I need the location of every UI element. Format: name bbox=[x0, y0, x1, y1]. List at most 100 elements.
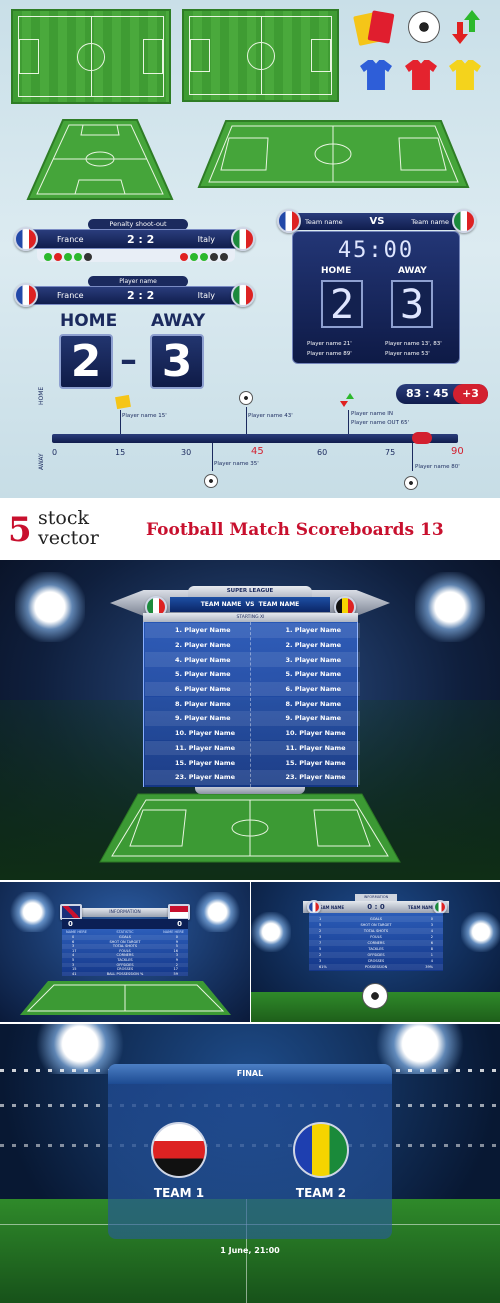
event-home-2: Player name 43' bbox=[248, 413, 293, 419]
lineup-row: 6. Player Name 6. Player Name bbox=[145, 681, 360, 697]
yellow-shirt-icon bbox=[449, 60, 481, 90]
lineup-left-player: 8. Player Name bbox=[175, 699, 231, 708]
card-scorebar: France 2 : 2 Italy bbox=[20, 286, 252, 305]
lineup-row: 15. Player Name 15. Player Name bbox=[145, 755, 360, 770]
pitch-flat-2 bbox=[182, 9, 339, 102]
floodlight-left bbox=[15, 572, 85, 642]
lineup-row: 4. Player Name 3. Player Name bbox=[145, 652, 360, 667]
card-score: 2 : 2 bbox=[126, 289, 155, 302]
event-home-3: Player name IN bbox=[351, 411, 393, 417]
stats2-header: INFORMATION bbox=[355, 894, 397, 901]
lineup-left-player: 6. Player Name bbox=[175, 685, 231, 694]
pitch-perspective-2 bbox=[197, 120, 470, 188]
final-panel: FINAL TEAM 1 TEAM 2 1 June, 21:00 bbox=[0, 1024, 500, 1303]
france-flag-icon bbox=[14, 227, 38, 251]
stats-header: INFORMATION bbox=[80, 908, 170, 917]
match-date: 1 June, 21:00 bbox=[220, 1246, 280, 1255]
board-flag-right-icon bbox=[452, 209, 476, 233]
event-home-4: Player name OUT 65' bbox=[351, 420, 410, 426]
lineup-right-player: 10. Player Name bbox=[285, 729, 346, 738]
tick-0: 0 bbox=[52, 448, 58, 457]
elements-panel: Penalty shoot-out France 2 : 2 Italy Pla… bbox=[0, 0, 500, 498]
soccer-ball-icon bbox=[408, 11, 440, 43]
lineup-row: 5. Player Name 5. Player Name bbox=[145, 667, 360, 682]
tick-15: 15 bbox=[115, 448, 126, 457]
pitch-flat-1 bbox=[11, 9, 171, 104]
lineup-left-player: 1. Player Name bbox=[175, 626, 231, 635]
stats-pitch-1 bbox=[20, 981, 231, 1015]
stats2-teams: TEAM NAME 0 : 0 TEAM NAME bbox=[303, 901, 449, 913]
lineup-row: 2. Player Name 2. Player Name bbox=[145, 637, 360, 653]
board-team-left: Team name bbox=[305, 217, 343, 226]
lineup-panel: SUPER LEAGUE TEAM NAME VS TEAM NAME STAR… bbox=[0, 560, 500, 880]
lineup-teams: TEAM NAME VS TEAM NAME bbox=[170, 597, 330, 612]
lineup-row: 23. Player Name 23. Player Name bbox=[145, 770, 360, 785]
lineup-right-player: 3. Player Name bbox=[285, 655, 342, 664]
timeline-bar bbox=[52, 434, 458, 443]
stats-panel-left: INFORMATION 00 NAME HERE STATISTIC NAME HE… bbox=[0, 882, 250, 1022]
board-body: 45:00 HOME AWAY 2 3 Player name 21' Play… bbox=[292, 231, 460, 364]
lineup-row: 1. Player Name 1. Player Name bbox=[145, 623, 360, 638]
timeline-goal-icon-1 bbox=[239, 391, 253, 405]
lineup-subtitle: STARTING XI bbox=[143, 613, 358, 622]
lineup-right-player: 1. Player Name bbox=[285, 626, 342, 635]
lineup-pitch bbox=[99, 793, 401, 863]
tick-60: 60 bbox=[317, 448, 328, 457]
lineup-right-player: 9. Player Name bbox=[285, 714, 342, 723]
blue-shirt-icon bbox=[360, 60, 392, 90]
italy-flag-icon bbox=[231, 227, 255, 251]
added-time: +3 bbox=[453, 384, 488, 404]
lineup-right-player: 8. Player Name bbox=[285, 699, 342, 708]
lineup-right-player: 2. Player Name bbox=[285, 640, 342, 649]
stats-row: 61% POSSESSION 39% bbox=[309, 964, 443, 970]
penalty-team-left: France bbox=[57, 234, 84, 244]
poland-flag-icon bbox=[168, 904, 190, 920]
lineup-row: 9. Player Name 9. Player Name bbox=[145, 711, 360, 726]
stats2-flag-right-icon bbox=[433, 900, 447, 914]
away-label: AWAY bbox=[151, 311, 206, 331]
timeline-sub-icon bbox=[340, 393, 354, 409]
home-score: 2 bbox=[59, 334, 113, 389]
penalty-dots bbox=[37, 249, 235, 262]
timeline-goal-icon-3 bbox=[404, 476, 418, 490]
banner-title: Football Match Scoreboards 13 bbox=[146, 520, 444, 540]
timeline-current-marker bbox=[412, 432, 432, 444]
board-team-right: Team name bbox=[411, 217, 449, 226]
tick-45: 45 bbox=[251, 446, 264, 457]
title-banner: 5 stock vector Football Match Scoreboard… bbox=[0, 498, 500, 558]
team1-name: TEAM 1 bbox=[153, 1186, 205, 1200]
stats2-flag-left-icon bbox=[307, 900, 321, 914]
home-label: HOME bbox=[60, 311, 118, 331]
italy-flag-icon-2 bbox=[231, 283, 255, 307]
board-flag-left-icon bbox=[277, 209, 301, 233]
tick-90: 90 bbox=[451, 446, 464, 457]
penalty-score: 2 : 2 bbox=[126, 232, 155, 246]
lineup-left-player: 2. Player Name bbox=[175, 640, 231, 649]
board-away-digit: 3 bbox=[391, 280, 433, 328]
lineup-left-player: 10. Player Name bbox=[175, 729, 236, 738]
timeline-away-axis: AWAY bbox=[38, 453, 45, 470]
stats-panel-right: INFORMATION TEAM NAME 0 : 0 TEAM NAME 1 GOA… bbox=[251, 882, 500, 1022]
lineup-left-player: 4. Player Name bbox=[175, 655, 231, 664]
board-scorers-right: Player name 13', 83' Player name 53' bbox=[385, 341, 442, 357]
score-dash: – bbox=[120, 340, 137, 380]
board-home-digit: 2 bbox=[321, 280, 363, 328]
red-card-icon bbox=[367, 10, 395, 44]
france-flag-icon-2 bbox=[14, 283, 38, 307]
lineup-right-player: 15. Player Name bbox=[285, 758, 346, 767]
substitution-arrows-icon bbox=[452, 10, 480, 50]
lineup-row: 8. Player Name 8. Player Name bbox=[145, 696, 360, 711]
lineup-footer bbox=[195, 787, 305, 794]
board-timer: 45:00 bbox=[337, 238, 415, 263]
lineup-left-player: 11. Player Name bbox=[175, 743, 236, 752]
lineup-left-player: 9. Player Name bbox=[175, 714, 231, 723]
board-home-label: HOME bbox=[321, 266, 352, 276]
penalty-team-right: Italy bbox=[197, 234, 215, 244]
logo-number: 5 bbox=[8, 510, 32, 550]
team2-name: TEAM 2 bbox=[295, 1186, 347, 1200]
team2-flag-icon bbox=[293, 1122, 349, 1178]
timeline-goal-icon-2 bbox=[204, 474, 218, 488]
lineup-right-player: 6. Player Name bbox=[285, 685, 342, 694]
card-team-left: France bbox=[57, 291, 84, 300]
tick-75: 75 bbox=[385, 448, 396, 457]
